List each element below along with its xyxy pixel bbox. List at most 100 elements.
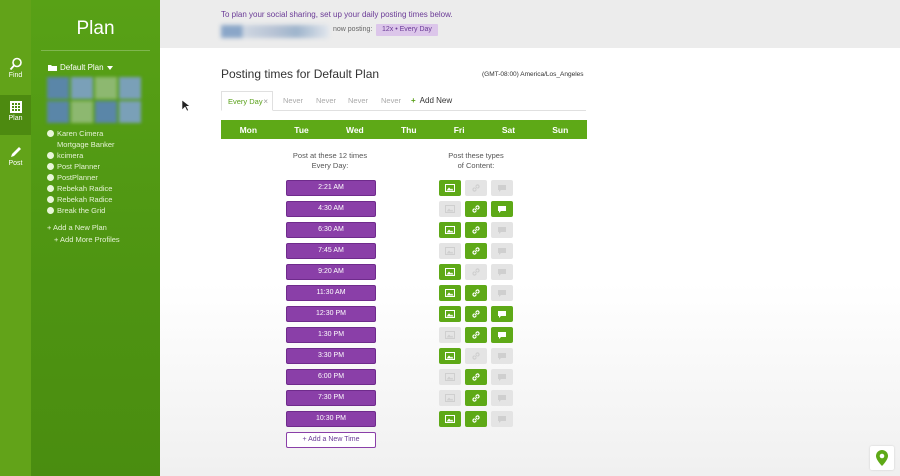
day-label[interactable]: Mon: [240, 125, 257, 135]
time-slot-button[interactable]: 6:30 AM: [286, 222, 376, 238]
add-new-tab-button[interactable]: + Add New: [411, 91, 452, 111]
image-toggle-button[interactable]: [439, 327, 461, 343]
time-slot-button[interactable]: 2:21 AM: [286, 180, 376, 196]
chat-bubble-toggle-button[interactable]: [491, 243, 513, 259]
rail-item-find[interactable]: Find: [0, 52, 31, 92]
content-type-row: [439, 390, 519, 406]
image-toggle-button[interactable]: [439, 285, 461, 301]
content-type-row: [439, 285, 519, 301]
link-toggle-button[interactable]: [465, 369, 487, 385]
profile-item[interactable]: kcimera: [47, 150, 137, 161]
chat-bubble-toggle-button[interactable]: [491, 327, 513, 343]
link-toggle-button[interactable]: [465, 243, 487, 259]
tab-never[interactable]: Never: [348, 91, 368, 111]
rail-item-post[interactable]: Post: [0, 140, 31, 180]
tab-every-day[interactable]: Every Day ×: [221, 91, 273, 111]
chat-bubble-toggle-button[interactable]: [491, 180, 513, 196]
chat-bubble-toggle-button[interactable]: [491, 390, 513, 406]
time-slot-button[interactable]: 9:20 AM: [286, 264, 376, 280]
image-toggle-button[interactable]: [439, 243, 461, 259]
link-toggle-button[interactable]: [465, 180, 487, 196]
link-toggle-button[interactable]: [465, 222, 487, 238]
day-label[interactable]: Sat: [502, 125, 515, 135]
chat-bubble-toggle-button[interactable]: [491, 201, 513, 217]
rail-label-plan: Plan: [8, 115, 23, 122]
plan-select[interactable]: Default Plan: [48, 63, 113, 72]
image-toggle-button[interactable]: [439, 180, 461, 196]
chat-bubble-toggle-button[interactable]: [491, 264, 513, 280]
time-slot-button[interactable]: 3:30 PM: [286, 348, 376, 364]
day-label[interactable]: Thu: [401, 125, 417, 135]
profile-status-icon: [47, 196, 54, 203]
image-icon: [445, 184, 455, 192]
chat-bubble-icon: [497, 205, 507, 214]
day-label[interactable]: Wed: [346, 125, 364, 135]
now-posting-badge: 12x • Every Day: [376, 24, 438, 36]
link-toggle-button[interactable]: [465, 264, 487, 280]
profile-item[interactable]: Break the Grid: [47, 205, 137, 216]
content-type-row: [439, 369, 519, 385]
chevron-down-icon: [106, 65, 113, 70]
profile-item[interactable]: Karen Cimera Mortgage Banker: [47, 128, 137, 150]
image-icon: [445, 205, 455, 213]
tab-never[interactable]: Never: [316, 91, 336, 111]
add-profiles-link[interactable]: + Add More Profiles: [47, 234, 120, 246]
time-slot-button[interactable]: 4:30 AM: [286, 201, 376, 217]
time-list: 2:21 AM 4:30 AM 6:30 AM 7:45 AM 9:20 AM 11:30…: [286, 180, 376, 448]
time-slot-button[interactable]: 7:45 AM: [286, 243, 376, 259]
tab-never[interactable]: Never: [283, 91, 303, 111]
profile-item[interactable]: PostPlanner: [47, 172, 137, 183]
sidebar-divider: [41, 50, 150, 51]
day-label[interactable]: Tue: [294, 125, 308, 135]
chat-bubble-toggle-button[interactable]: [491, 411, 513, 427]
add-time-button[interactable]: + Add a New Time: [286, 432, 376, 448]
image-toggle-button[interactable]: [439, 390, 461, 406]
calendar-icon: [9, 101, 22, 113]
profile-item[interactable]: Post Planner: [47, 161, 137, 172]
link-icon: [471, 288, 481, 298]
chat-bubble-toggle-button[interactable]: [491, 369, 513, 385]
chat-bubble-icon: [497, 226, 507, 235]
link-toggle-button[interactable]: [465, 285, 487, 301]
add-plan-link[interactable]: + Add a New Plan: [47, 222, 120, 234]
day-label[interactable]: Sun: [552, 125, 568, 135]
link-icon: [471, 414, 481, 424]
chat-bubble-toggle-button[interactable]: [491, 285, 513, 301]
plan-sidebar: Plan Default Plan Karen Cimera Mortgage …: [31, 0, 160, 476]
time-slot-button[interactable]: 12:30 PM: [286, 306, 376, 322]
link-toggle-button[interactable]: [465, 411, 487, 427]
image-toggle-button[interactable]: [439, 369, 461, 385]
rail-item-plan[interactable]: Plan: [0, 95, 31, 135]
profile-status-icon: [47, 174, 54, 181]
link-toggle-button[interactable]: [465, 348, 487, 364]
time-slot-button[interactable]: 6:00 PM: [286, 369, 376, 385]
chat-bubble-toggle-button[interactable]: [491, 306, 513, 322]
link-toggle-button[interactable]: [465, 306, 487, 322]
day-label[interactable]: Fri: [454, 125, 465, 135]
image-toggle-button[interactable]: [439, 348, 461, 364]
link-toggle-button[interactable]: [465, 201, 487, 217]
profile-item[interactable]: Rebekah Radice: [47, 194, 137, 205]
profile-item[interactable]: Rebekah Radice: [47, 183, 137, 194]
chat-bubble-toggle-button[interactable]: [491, 348, 513, 364]
tab-never[interactable]: Never: [381, 91, 401, 111]
link-icon: [471, 351, 481, 361]
time-slot-button[interactable]: 11:30 AM: [286, 285, 376, 301]
image-toggle-button[interactable]: [439, 411, 461, 427]
profile-thumbnails: [47, 77, 141, 123]
folder-icon: [48, 65, 57, 71]
link-icon: [471, 393, 481, 403]
image-toggle-button[interactable]: [439, 222, 461, 238]
time-slot-button[interactable]: 1:30 PM: [286, 327, 376, 343]
chat-bubble-toggle-button[interactable]: [491, 222, 513, 238]
image-toggle-button[interactable]: [439, 201, 461, 217]
close-icon[interactable]: ×: [263, 92, 268, 112]
link-toggle-button[interactable]: [465, 390, 487, 406]
timezone-label[interactable]: (GMT-08:00) America/Los_Angeles: [482, 71, 584, 78]
link-toggle-button[interactable]: [465, 327, 487, 343]
time-slot-button[interactable]: 7:30 PM: [286, 390, 376, 406]
image-toggle-button[interactable]: [439, 306, 461, 322]
time-slot-button[interactable]: 10:30 PM: [286, 411, 376, 427]
image-toggle-button[interactable]: [439, 264, 461, 280]
search-icon: [9, 57, 22, 71]
